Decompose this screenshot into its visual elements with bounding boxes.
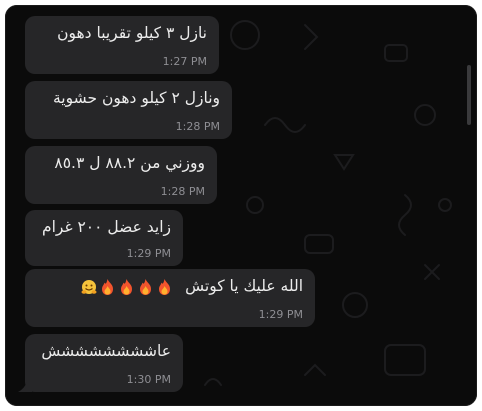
- bubble-tail: [18, 378, 32, 392]
- message-bubble[interactable]: نازل ٣ كيلو تقريبا دهون 1:27 PM: [25, 16, 219, 74]
- message-bubble[interactable]: ووزني من ٨٨.٢ ل ٨٥.٣ 1:28 PM: [25, 146, 217, 204]
- chat-window: نازل ٣ كيلو تقريبا دهون 1:27 PM ونازل ٢ …: [5, 5, 477, 406]
- message-timestamp: 1:29 PM: [258, 308, 303, 321]
- message-timestamp: 1:28 PM: [175, 120, 220, 133]
- fire-emoji-icon: [157, 278, 172, 296]
- message-timestamp: 1:29 PM: [126, 247, 171, 260]
- message-timestamp: 1:30 PM: [126, 373, 171, 386]
- fire-emoji-icon: [138, 278, 153, 296]
- message-text: نازل ٣ كيلو تقريبا دهون: [57, 24, 207, 42]
- message-timestamp: 1:27 PM: [162, 55, 207, 68]
- message-text-with-emojis: الله عليك يا كوتش: [25, 275, 303, 297]
- message-bubble[interactable]: ونازل ٢ كيلو دهون حشوية 1:28 PM: [25, 81, 232, 139]
- message-text: عاشششششششش: [41, 342, 171, 360]
- message-text: زايد عضل ٢٠٠ غرام: [41, 218, 171, 236]
- message-bubble-last[interactable]: عاشششششششش 1:30 PM: [18, 334, 183, 392]
- message-bubble[interactable]: الله عليك يا كوتش 1:29 PM: [25, 269, 315, 327]
- fire-emoji-icon: [119, 278, 134, 296]
- message-text: ونازل ٢ كيلو دهون حشوية: [52, 89, 220, 107]
- chat-scrollbar[interactable]: [467, 65, 471, 125]
- hugging-face-emoji-icon: [81, 278, 97, 296]
- fire-emoji-icon: [100, 278, 115, 296]
- message-bubble[interactable]: زايد عضل ٢٠٠ غرام 1:29 PM: [25, 210, 183, 266]
- message-text: الله عليك يا كوتش: [185, 277, 303, 295]
- message-timestamp: 1:28 PM: [160, 185, 205, 198]
- message-text: ووزني من ٨٨.٢ ل ٨٥.٣: [54, 154, 205, 172]
- emoji-group: [81, 278, 172, 296]
